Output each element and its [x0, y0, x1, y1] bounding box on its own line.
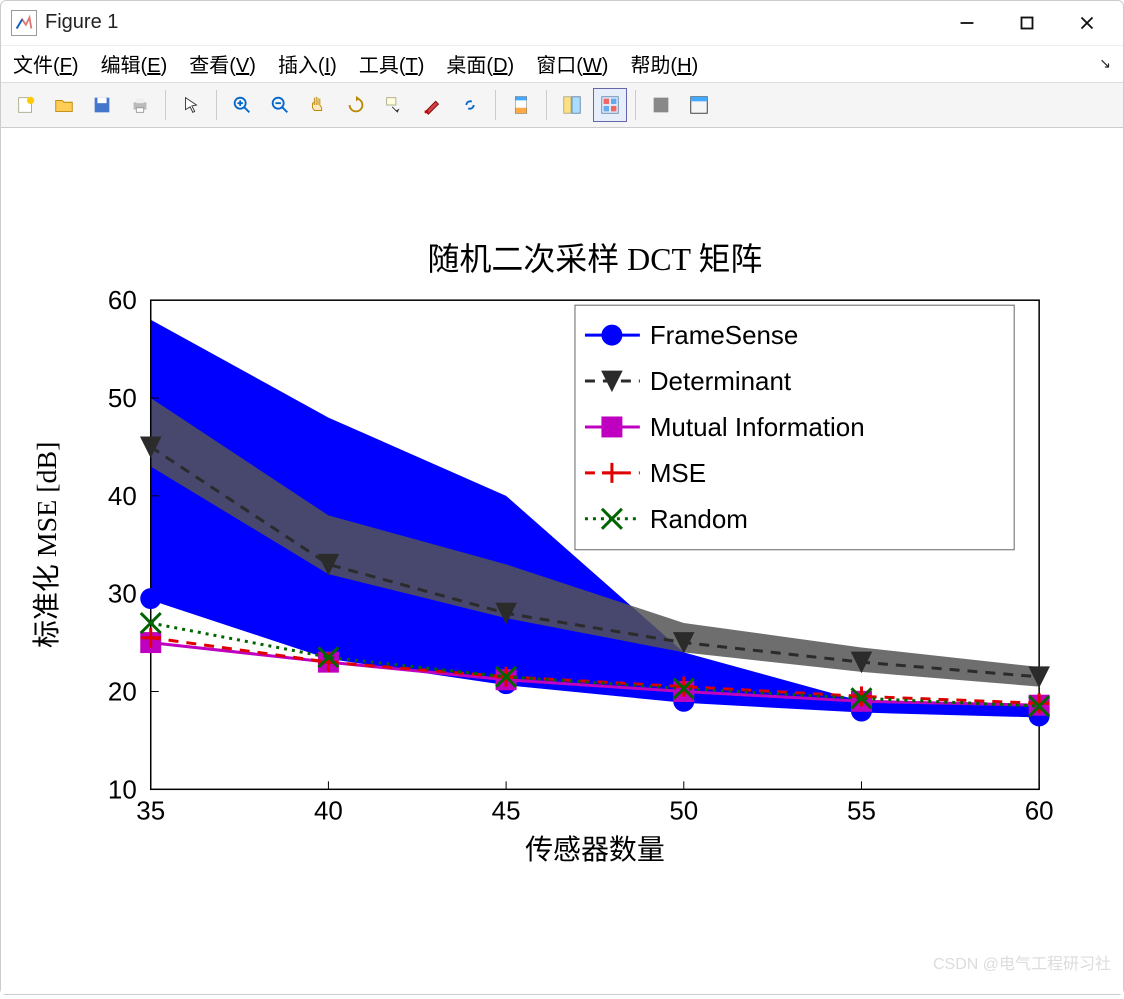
- zoom-in-button[interactable]: [225, 88, 259, 122]
- legend-label: MSE: [650, 459, 706, 487]
- ytick-label: 50: [108, 385, 137, 413]
- toolbar-separator: [546, 90, 547, 120]
- menu-insert[interactable]: 插入(I): [278, 49, 337, 78]
- chart: 35 40 45 50 55 60 10 20 30 40 50 60 传感器数量 标准化 MSE [dB…: [1, 128, 1123, 994]
- legend-label: Mutual Information: [650, 414, 865, 442]
- dock-button[interactable]: [682, 88, 716, 122]
- maximize-button[interactable]: [997, 3, 1057, 43]
- titlebar: Figure 1: [1, 1, 1123, 46]
- menu-overflow-icon[interactable]: ↘: [1099, 55, 1111, 72]
- menu-file[interactable]: 文件(F): [13, 49, 79, 78]
- ytick-label: 10: [108, 776, 137, 804]
- ytick-label: 20: [108, 678, 137, 706]
- legend-label: Random: [650, 505, 748, 533]
- menu-desktop[interactable]: 桌面(D): [446, 49, 514, 78]
- ytick-label: 60: [108, 287, 137, 315]
- menu-window[interactable]: 窗口(W): [536, 49, 608, 78]
- xtick-label: 35: [136, 797, 165, 825]
- menu-help[interactable]: 帮助(H): [630, 49, 698, 78]
- xtick-label: 60: [1025, 797, 1054, 825]
- toolbar-separator: [635, 90, 636, 120]
- legend-button[interactable]: [555, 88, 589, 122]
- data-cursor-button[interactable]: [377, 88, 411, 122]
- watermark-text: CSDN @电气工程研习社: [933, 950, 1111, 974]
- pointer-button[interactable]: [174, 88, 208, 122]
- xlabel: 传感器数量: [525, 834, 665, 866]
- brush-button[interactable]: [415, 88, 449, 122]
- xtick-label: 50: [669, 797, 698, 825]
- save-button[interactable]: [85, 88, 119, 122]
- menu-tools[interactable]: 工具(T): [359, 49, 425, 78]
- new-figure-button[interactable]: [9, 88, 43, 122]
- ytick-label: 30: [108, 580, 137, 608]
- rotate-button[interactable]: [339, 88, 373, 122]
- close-button[interactable]: [1057, 3, 1117, 43]
- chart-title: 随机二次采样 DCT 矩阵: [428, 242, 763, 277]
- axes-area[interactable]: 35 40 45 50 55 60 10 20 30 40 50 60 传感器数量 标准化 MSE [dB…: [1, 128, 1123, 994]
- legend-label: FrameSense: [650, 322, 798, 350]
- ylabel: 标准化 MSE [dB]: [31, 441, 63, 647]
- xtick-label: 55: [847, 797, 876, 825]
- print-button[interactable]: [123, 88, 157, 122]
- open-button[interactable]: [47, 88, 81, 122]
- colorbar-button[interactable]: [504, 88, 538, 122]
- legend-label: Determinant: [650, 368, 792, 396]
- minimize-button[interactable]: [937, 3, 997, 43]
- ytick-label: 40: [108, 482, 137, 510]
- window-title: Figure 1: [45, 11, 118, 34]
- pan-button[interactable]: [301, 88, 335, 122]
- menubar: 文件(F) 编辑(E) 查看(V) 插入(I) 工具(T) 桌面(D) 窗口(W…: [1, 46, 1123, 83]
- xtick-label: 45: [492, 797, 521, 825]
- matlab-icon: [11, 10, 37, 36]
- hide-tools-button[interactable]: [644, 88, 678, 122]
- xtick-label: 40: [314, 797, 343, 825]
- toolbar: [1, 83, 1123, 128]
- zoom-out-button[interactable]: [263, 88, 297, 122]
- window-controls: [937, 3, 1117, 43]
- link-button[interactable]: [453, 88, 487, 122]
- toolbar-separator: [495, 90, 496, 120]
- figure-window: Figure 1 文件(F) 编辑(E) 查看(V) 插入(I) 工具(T) 桌…: [0, 0, 1124, 995]
- toolbar-separator: [165, 90, 166, 120]
- menu-edit[interactable]: 编辑(E): [101, 49, 168, 78]
- toolbar-separator: [216, 90, 217, 120]
- menu-view[interactable]: 查看(V): [189, 49, 256, 78]
- plot-layout-button[interactable]: [593, 88, 627, 122]
